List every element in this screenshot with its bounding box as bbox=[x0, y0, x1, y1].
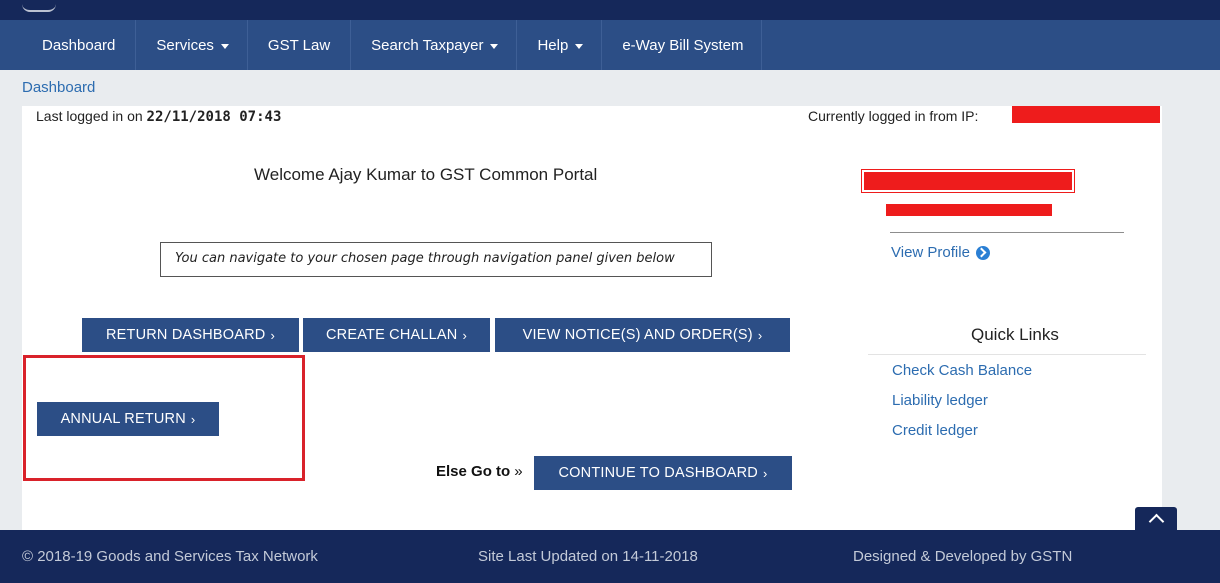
nav-item-label: e-Way Bill System bbox=[622, 36, 744, 54]
nav-item-label: Services bbox=[156, 36, 214, 54]
profile-divider bbox=[890, 232, 1124, 233]
chevron-right-icon: › bbox=[270, 327, 276, 343]
redacted-user-detail bbox=[886, 204, 1052, 216]
main-navbar: Dashboard Services GST Law Search Taxpay… bbox=[0, 20, 1220, 70]
button-label: CREATE CHALLAN bbox=[326, 327, 458, 343]
redacted-user-name bbox=[861, 169, 1075, 193]
nav-item-help[interactable]: Help bbox=[517, 20, 603, 70]
quick-links-title: Quick Links bbox=[971, 325, 1059, 344]
button-label: RETURN DASHBOARD bbox=[105, 327, 266, 343]
button-label: CONTINUE TO DASHBOARD bbox=[558, 465, 758, 481]
nav-item-eway-bill[interactable]: e-Way Bill System bbox=[602, 20, 763, 70]
view-profile-label: View Profile bbox=[891, 244, 970, 261]
view-notices-orders-button[interactable]: VIEW NOTICE(S) AND ORDER(S) › bbox=[495, 318, 790, 352]
return-dashboard-button[interactable]: RETURN DASHBOARD › bbox=[82, 318, 299, 352]
breadcrumb-dashboard[interactable]: Dashboard bbox=[22, 79, 95, 96]
footer-designed-by: Designed & Developed by GSTN bbox=[853, 548, 1073, 565]
double-chevron-icon: » bbox=[514, 463, 523, 480]
emblem-logo-icon bbox=[22, 0, 56, 12]
else-go-text: Else Go to bbox=[436, 463, 511, 480]
top-header-strip bbox=[0, 0, 1220, 20]
current-ip-label: Currently logged in from IP: bbox=[808, 108, 979, 124]
nav-item-search-taxpayer[interactable]: Search Taxpayer bbox=[351, 20, 518, 70]
button-label: ANNUAL RETURN bbox=[60, 411, 186, 427]
quick-link-check-cash-balance[interactable]: Check Cash Balance bbox=[892, 362, 1032, 379]
nav-item-label: Search Taxpayer bbox=[371, 36, 484, 54]
last-login-label: Last logged in on bbox=[36, 108, 143, 124]
back-to-top-button[interactable] bbox=[1135, 507, 1177, 531]
else-go-to-label: Else Go to» bbox=[436, 463, 523, 480]
chevron-right-icon: › bbox=[762, 465, 768, 481]
quick-links-divider bbox=[868, 354, 1146, 355]
chevron-right-icon: › bbox=[462, 327, 467, 343]
arrow-circle-right-icon bbox=[975, 245, 990, 260]
nav-item-label: Dashboard bbox=[42, 36, 116, 54]
redacted-ip bbox=[1012, 106, 1160, 123]
caret-down-icon bbox=[490, 43, 499, 49]
welcome-message: Welcome Ajay Kumar to GST Common Portal bbox=[254, 165, 598, 184]
nav-item-gst-law[interactable]: GST Law bbox=[248, 20, 352, 70]
nav-item-dashboard[interactable]: Dashboard bbox=[22, 20, 137, 70]
quick-link-credit-ledger[interactable]: Credit ledger bbox=[892, 422, 978, 439]
nav-item-label: GST Law bbox=[267, 36, 331, 54]
footer-site-updated: Site Last Updated on 14-11-2018 bbox=[478, 548, 698, 565]
annual-return-button[interactable]: ANNUAL RETURN › bbox=[37, 402, 219, 436]
caret-down-icon bbox=[220, 43, 229, 49]
nav-item-services[interactable]: Services bbox=[136, 20, 248, 70]
continue-to-dashboard-button[interactable]: CONTINUE TO DASHBOARD › bbox=[534, 456, 792, 490]
last-login-info: Last logged in on 22/11/2018 07:43 bbox=[36, 108, 281, 125]
nav-item-label: Help bbox=[537, 36, 569, 54]
chevron-right-icon: › bbox=[757, 327, 763, 343]
caret-down-icon bbox=[575, 43, 584, 49]
view-profile-link[interactable]: View Profile bbox=[891, 244, 990, 261]
create-challan-button[interactable]: CREATE CHALLAN › bbox=[303, 318, 490, 352]
quick-link-liability-ledger[interactable]: Liability ledger bbox=[892, 392, 988, 409]
chevron-right-icon: › bbox=[190, 411, 196, 427]
navigation-hint: You can navigate to your chosen page thr… bbox=[160, 242, 712, 277]
dashboard-panel: Last logged in on 22/11/2018 07:43 Curre… bbox=[22, 106, 1162, 530]
last-login-value: 22/11/2018 07:43 bbox=[146, 109, 282, 125]
footer: © 2018-19 Goods and Services Tax Network… bbox=[0, 530, 1220, 583]
button-label: VIEW NOTICE(S) AND ORDER(S) bbox=[522, 327, 753, 343]
footer-copyright: © 2018-19 Goods and Services Tax Network bbox=[22, 548, 318, 565]
